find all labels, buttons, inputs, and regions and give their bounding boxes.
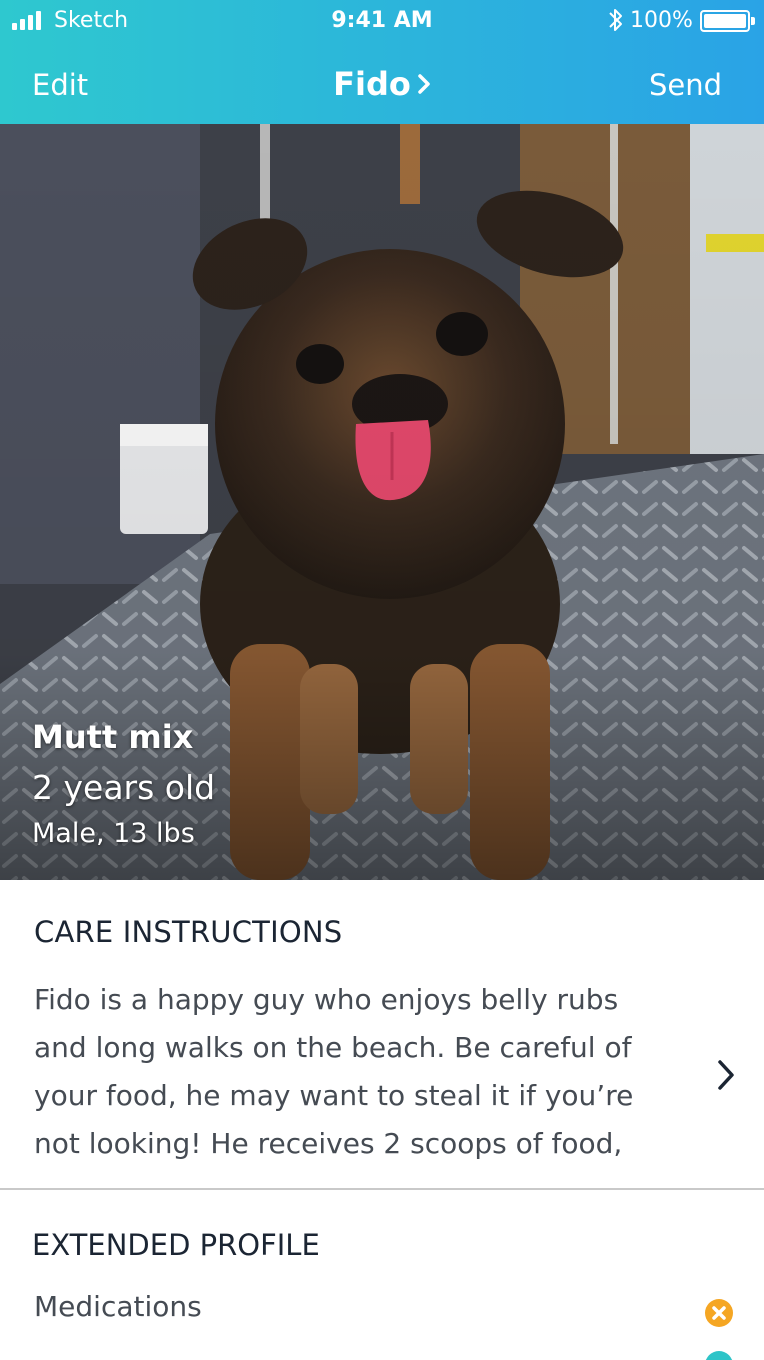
list-item-medications[interactable]: Medications <box>0 1290 764 1340</box>
nav-title-label[interactable]: Fido <box>333 65 411 103</box>
pet-sex-weight: Male, 13 lbs <box>32 818 195 849</box>
care-instructions-heading: CARE INSTRUCTIONS <box>34 915 343 949</box>
list-item-next[interactable] <box>0 1342 764 1360</box>
dog-photo-image <box>0 124 764 880</box>
chevron-right-icon[interactable] <box>417 73 431 95</box>
pet-photo: Mutt mix 2 years old Male, 13 lbs <box>0 124 764 880</box>
send-button[interactable]: Send <box>649 68 722 102</box>
pet-age: 2 years old <box>32 768 216 807</box>
chevron-right-icon[interactable] <box>714 1057 738 1093</box>
check-circle-icon <box>705 1351 733 1360</box>
header-bar: Sketch 9:41 AM 100% Edit Fido Send <box>0 0 764 124</box>
pet-breed: Mutt mix <box>32 718 194 756</box>
battery-percent: 100% <box>630 8 693 33</box>
battery-icon <box>700 10 750 32</box>
list-item-label: Medications <box>34 1290 202 1323</box>
close-circle-icon <box>705 1299 733 1327</box>
battery-level <box>704 14 746 28</box>
bluetooth-icon <box>609 9 622 31</box>
section-divider <box>0 1188 764 1190</box>
battery-nub <box>751 17 755 25</box>
care-instructions-text[interactable]: Fido is a happy guy who enjoys belly rub… <box>34 976 674 1172</box>
status-bar: Sketch 9:41 AM 100% <box>0 0 764 42</box>
extended-profile-heading: EXTENDED PROFILE <box>32 1228 320 1262</box>
